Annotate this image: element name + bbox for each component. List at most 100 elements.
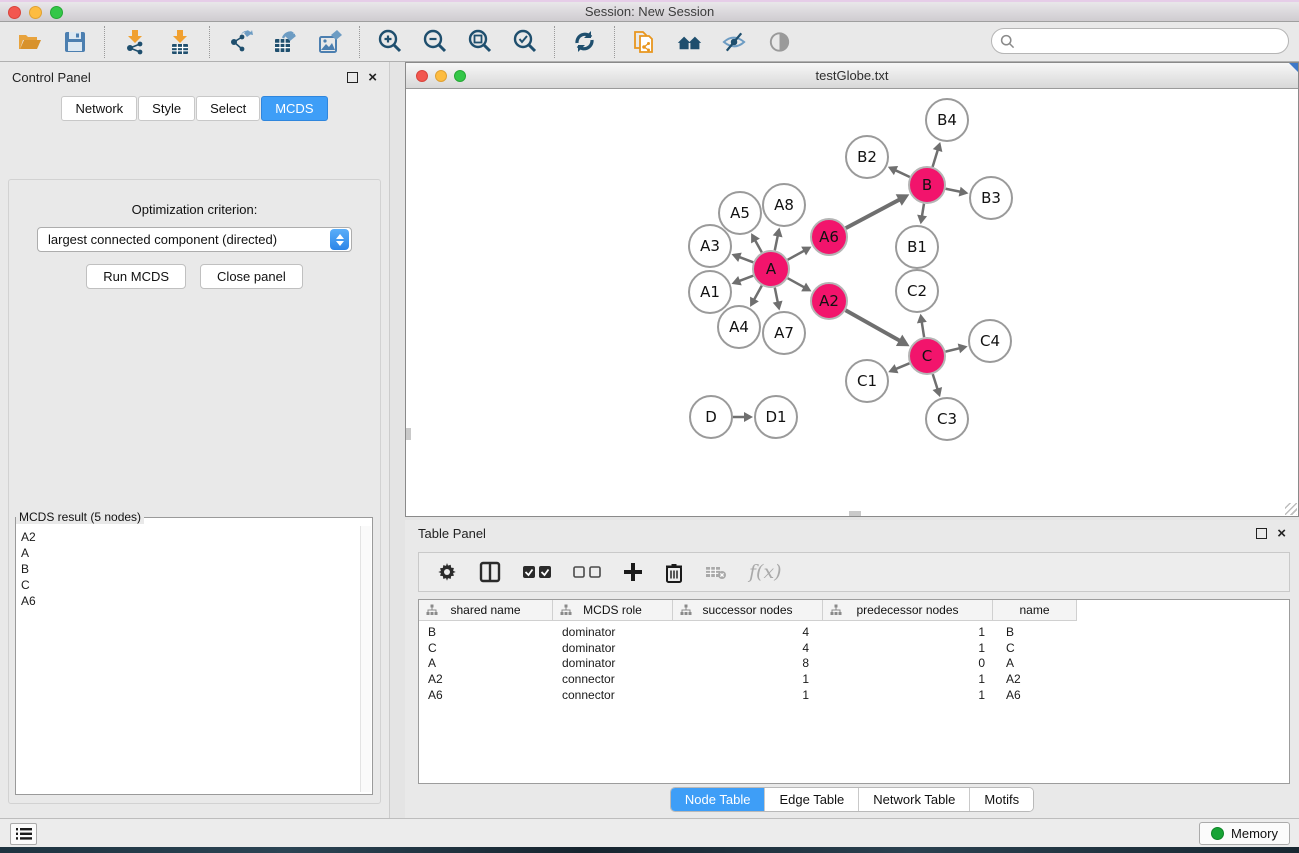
graph-edge-C-C4[interactable] <box>945 348 960 352</box>
table-cell[interactable]: 1 <box>823 688 993 704</box>
table-cell[interactable]: 1 <box>823 672 993 688</box>
table-cell[interactable]: B <box>993 625 1077 641</box>
tab-node-table[interactable]: Node Table <box>671 788 766 811</box>
network-maximize-button[interactable] <box>454 70 466 82</box>
zoom-out-icon[interactable] <box>421 28 448 55</box>
table-cell[interactable]: 0 <box>823 656 993 672</box>
minimize-window-button[interactable] <box>29 6 42 19</box>
graph-edge-A-A2[interactable] <box>788 278 806 288</box>
table-cell[interactable]: dominator <box>553 641 673 657</box>
network-graph[interactable]: AA1A2A3A4A5A6A7A8BB1B2B3B4CC1C2C3C4DD1 <box>406 89 1298 516</box>
graph-edge-C-C1[interactable] <box>895 363 910 369</box>
close-table-panel-icon[interactable]: × <box>1277 528 1286 539</box>
mcds-result-scrollbar[interactable] <box>360 526 371 792</box>
apply-layout-icon[interactable] <box>571 28 598 55</box>
memory-button[interactable]: Memory <box>1199 822 1290 845</box>
tab-network[interactable]: Network <box>61 96 137 121</box>
float-table-panel-icon[interactable] <box>1256 528 1267 539</box>
graph-edge-B-B2[interactable] <box>894 170 910 177</box>
graph-edge-A-A8[interactable] <box>775 234 778 250</box>
float-panel-icon[interactable] <box>347 72 358 83</box>
network-window-titlebar[interactable]: testGlobe.txt <box>406 63 1298 89</box>
graph-edge-B-B3[interactable] <box>946 189 962 192</box>
optimization-criterion-select[interactable]: largest connected component (directed) <box>37 227 352 252</box>
graph-edge-C-C2[interactable] <box>922 321 925 338</box>
mcds-result-item[interactable]: A2 <box>21 529 359 545</box>
import-network-icon[interactable] <box>121 28 148 55</box>
delete-row-icon[interactable] <box>665 562 683 583</box>
network-resize-grip[interactable] <box>1285 503 1297 515</box>
graph-edge-A-A1[interactable] <box>738 276 753 282</box>
table-cell[interactable]: B <box>419 625 553 641</box>
table-cell[interactable]: C <box>419 641 553 657</box>
tab-style[interactable]: Style <box>138 96 195 121</box>
table-cell[interactable]: A2 <box>419 672 553 688</box>
table-cell[interactable]: dominator <box>553 656 673 672</box>
mcds-result-item[interactable]: C <box>21 577 359 593</box>
mcds-result-item[interactable]: A <box>21 545 359 561</box>
table-cell[interactable]: 1 <box>823 641 993 657</box>
table-cell[interactable]: 1 <box>823 625 993 641</box>
column-header-mcds-role[interactable]: MCDS role <box>553 600 673 621</box>
import-table-icon[interactable] <box>166 28 193 55</box>
zoom-selected-icon[interactable] <box>511 28 538 55</box>
table-row[interactable]: Adominator80A <box>419 656 1289 672</box>
graph-edge-C-C3[interactable] <box>933 374 938 390</box>
search-input[interactable] <box>1015 34 1288 49</box>
close-panel-icon[interactable]: × <box>368 72 377 83</box>
table-cell[interactable]: connector <box>553 672 673 688</box>
table-cell[interactable]: dominator <box>553 625 673 641</box>
table-cell[interactable]: connector <box>553 688 673 704</box>
zoom-fit-icon[interactable] <box>466 28 493 55</box>
column-header-successor-nodes[interactable]: successor nodes <box>673 600 823 621</box>
graph-edge-A6-B[interactable] <box>846 199 901 228</box>
column-header-name[interactable]: name <box>993 600 1077 621</box>
export-image-icon[interactable] <box>316 28 343 55</box>
export-network-icon[interactable] <box>226 28 253 55</box>
graph-edge-A-A4[interactable] <box>753 286 761 301</box>
table-cell[interactable]: A <box>993 656 1077 672</box>
first-neighbors-icon[interactable] <box>676 28 703 55</box>
select-all-checkboxes-icon[interactable] <box>523 565 551 579</box>
table-row[interactable]: A6connector11A6 <box>419 688 1289 704</box>
graph-edge-B-B4[interactable] <box>933 149 939 167</box>
export-table-icon[interactable] <box>271 28 298 55</box>
table-cell[interactable]: A <box>419 656 553 672</box>
open-file-icon[interactable] <box>16 28 43 55</box>
network-minimize-button[interactable] <box>435 70 447 82</box>
table-row[interactable]: Bdominator41B <box>419 625 1289 641</box>
column-settings-icon[interactable] <box>437 562 457 582</box>
graph-edge-A-A5[interactable] <box>755 239 762 252</box>
graph-edge-A-A3[interactable] <box>738 257 753 263</box>
graph-edge-A-A7[interactable] <box>775 288 778 304</box>
table-cell[interactable]: A6 <box>419 688 553 704</box>
table-cell[interactable]: 8 <box>673 656 823 672</box>
new-network-from-selection-icon[interactable] <box>631 28 658 55</box>
table-cell[interactable]: 4 <box>673 641 823 657</box>
column-header-shared-name[interactable]: shared name <box>419 600 553 621</box>
network-hscroll-thumb[interactable] <box>849 511 861 516</box>
zoom-in-icon[interactable] <box>376 28 403 55</box>
table-cell[interactable]: C <box>993 641 1077 657</box>
table-cell[interactable]: 4 <box>673 625 823 641</box>
hide-selected-icon[interactable] <box>721 28 748 55</box>
task-history-button[interactable] <box>10 823 37 845</box>
run-mcds-button[interactable]: Run MCDS <box>86 264 186 289</box>
save-session-icon[interactable] <box>61 28 88 55</box>
table-cell[interactable]: 1 <box>673 672 823 688</box>
network-close-button[interactable] <box>416 70 428 82</box>
tab-edge-table[interactable]: Edge Table <box>765 788 859 811</box>
search-box[interactable] <box>991 28 1289 54</box>
table-cell[interactable]: A2 <box>993 672 1077 688</box>
column-header-predecessor-nodes[interactable]: predecessor nodes <box>823 600 993 621</box>
close-panel-button[interactable]: Close panel <box>200 264 303 289</box>
split-view-icon[interactable] <box>479 561 501 583</box>
add-row-icon[interactable] <box>623 562 643 582</box>
mcds-result-item[interactable]: B <box>21 561 359 577</box>
network-vscroll-thumb[interactable] <box>406 428 411 440</box>
table-cell[interactable]: A6 <box>993 688 1077 704</box>
graph-edge-A2-C[interactable] <box>846 310 901 341</box>
close-window-button[interactable] <box>8 6 21 19</box>
network-attach-icon[interactable] <box>1289 63 1298 72</box>
tab-network-table[interactable]: Network Table <box>859 788 970 811</box>
